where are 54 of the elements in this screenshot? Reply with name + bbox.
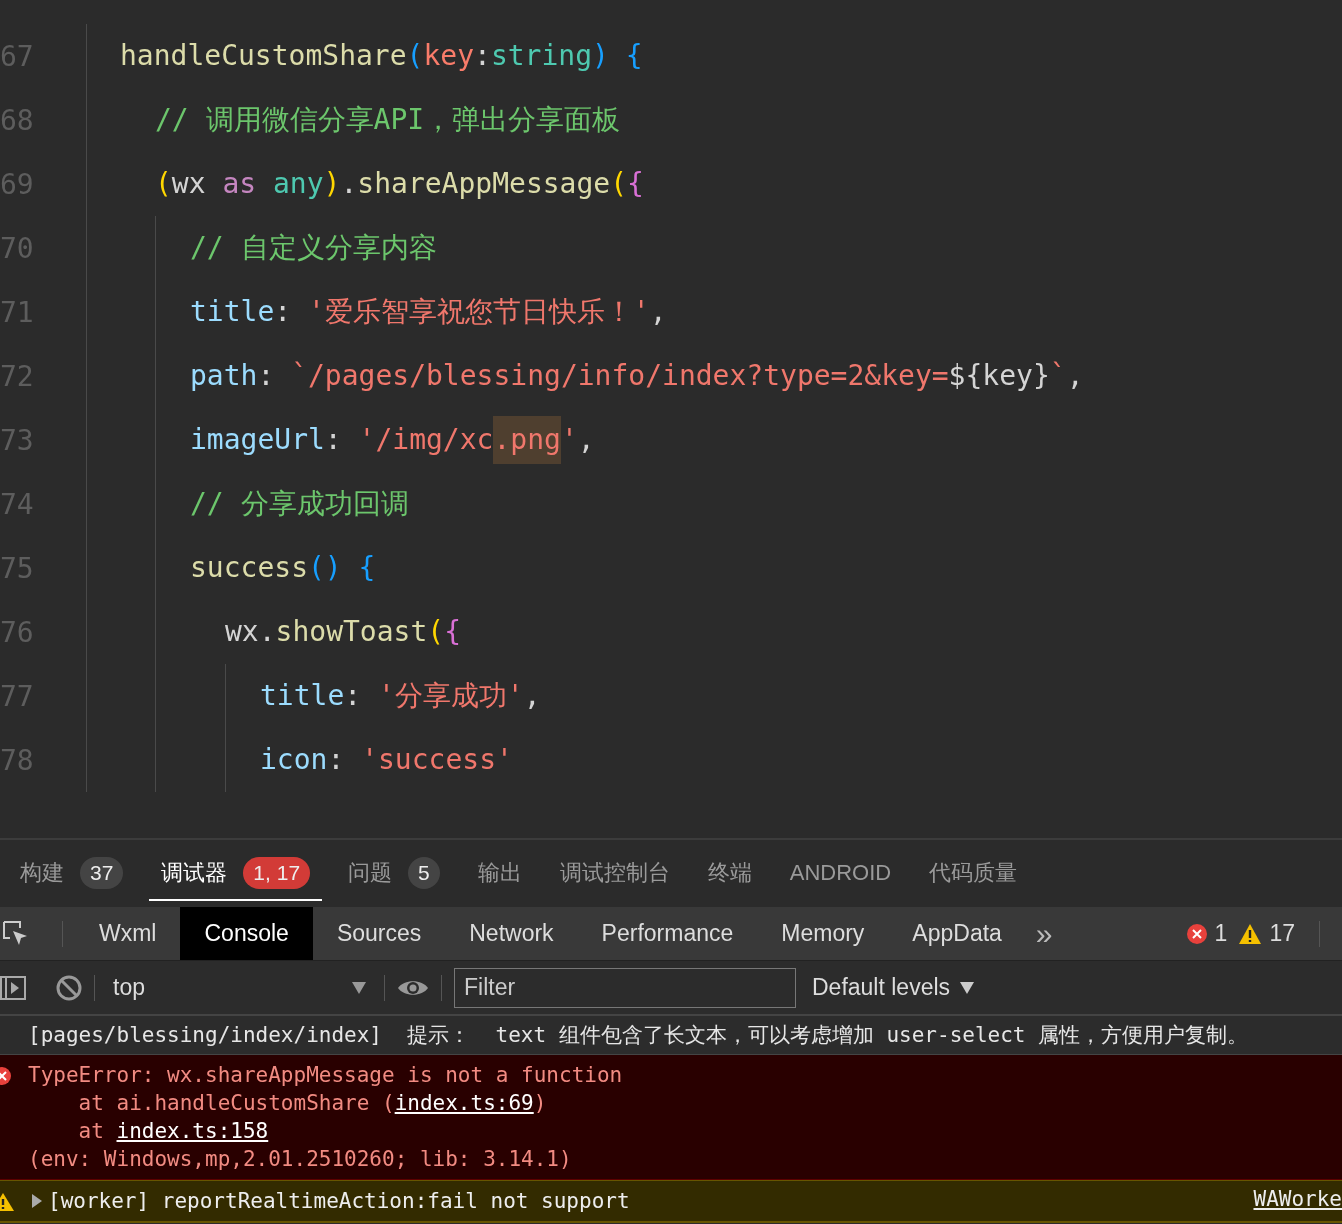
code-line: // 自定义分享内容 bbox=[190, 230, 437, 266]
devtools-tab[interactable]: Sources bbox=[312, 907, 446, 960]
code-line: handleCustomShare(key:string) { bbox=[120, 38, 643, 74]
error-count: 1 bbox=[1214, 920, 1228, 947]
devtools-tab[interactable]: Memory bbox=[757, 907, 889, 960]
code-line: imageUrl: '/img/xc.png', bbox=[190, 416, 595, 464]
code-line: title: '爱乐智享祝您节日快乐！', bbox=[190, 294, 667, 330]
console-message-line: [pages/blessing/index/index] 提示： text 组件包含了长文本，可以考虑增加 user-select 属性，方便用户复制。 bbox=[28, 1022, 1250, 1049]
filter-field[interactable]: Filter bbox=[454, 967, 796, 1008]
devtools-tab[interactable]: Wxml bbox=[75, 907, 181, 960]
console-message-line: (env: Windows,mp,2.01.2510260; lib: 3.14.1) bbox=[28, 1146, 573, 1173]
console-message-line: at ai.handleCustomShare (index.ts:69) bbox=[77, 1090, 548, 1117]
panel-tab[interactable]: 问题 5 bbox=[336, 846, 452, 901]
devtools-tab[interactable]: Console bbox=[180, 907, 313, 960]
panel-tab[interactable]: 调试控制台 bbox=[547, 847, 682, 900]
panel-tab[interactable]: 输出 bbox=[465, 847, 534, 900]
levels-dropdown[interactable]: Default levels bbox=[806, 973, 981, 1002]
code-line: title: '分享成功', bbox=[260, 678, 541, 714]
clear-console-icon[interactable] bbox=[56, 974, 82, 1001]
panel-tab[interactable]: ANDROID bbox=[777, 849, 904, 898]
panel-tab[interactable]: 调试器 1, 17 bbox=[149, 846, 323, 901]
panel-tab[interactable]: 终端 bbox=[695, 847, 764, 900]
code-line: wx.showToast({ bbox=[225, 614, 461, 650]
source-link[interactable]: WAWorke bbox=[1253, 1187, 1342, 1211]
error-icon bbox=[0, 1067, 14, 1085]
code-line: success() { bbox=[190, 550, 376, 586]
source-link[interactable]: index.ts:158 bbox=[116, 1119, 269, 1143]
code-line: icon: 'success' bbox=[260, 742, 513, 778]
console-message-line: [worker] reportRealtimeAction:fail not support bbox=[48, 1188, 631, 1215]
caret-icon bbox=[960, 981, 975, 994]
count-badge: 1, 17 bbox=[243, 856, 311, 889]
panel-tab[interactable]: 代码质量 bbox=[917, 847, 1030, 900]
console-message-line: TypeError: wx.shareAppMessage is not a function bbox=[28, 1062, 624, 1089]
more-tabs-button[interactable]: » bbox=[1025, 907, 1063, 960]
code-line: path: `/pages/blessing/info/index?type=2&key=${key}`, bbox=[190, 358, 1084, 394]
devtools-tab[interactable]: Network bbox=[445, 907, 578, 960]
code-line: // 调用微信分享API，弹出分享面板 bbox=[155, 102, 621, 138]
error-icon bbox=[1186, 923, 1207, 944]
console-message-line: at index.ts:158 bbox=[77, 1118, 270, 1145]
devtools-tab[interactable]: Performance bbox=[577, 907, 758, 960]
count-badge: 37 bbox=[80, 856, 124, 889]
code-line: (wx as any).shareAppMessage({ bbox=[155, 166, 644, 202]
warning-icon bbox=[0, 1193, 14, 1211]
code-line: // 分享成功回调 bbox=[190, 486, 409, 522]
warning-icon bbox=[1239, 923, 1262, 944]
caret-icon bbox=[352, 981, 366, 994]
count-badge: 5 bbox=[408, 856, 440, 889]
source-link[interactable]: index.ts:69 bbox=[394, 1091, 534, 1115]
sidebar-toggle-icon[interactable] bbox=[0, 975, 26, 1000]
devtools-tab[interactable]: AppData bbox=[888, 907, 1026, 960]
warning-count: 17 bbox=[1269, 920, 1295, 947]
panel-tab[interactable]: 构建 37 bbox=[8, 846, 136, 901]
context-select[interactable]: top bbox=[107, 974, 372, 1001]
expand-icon[interactable] bbox=[32, 1194, 42, 1208]
